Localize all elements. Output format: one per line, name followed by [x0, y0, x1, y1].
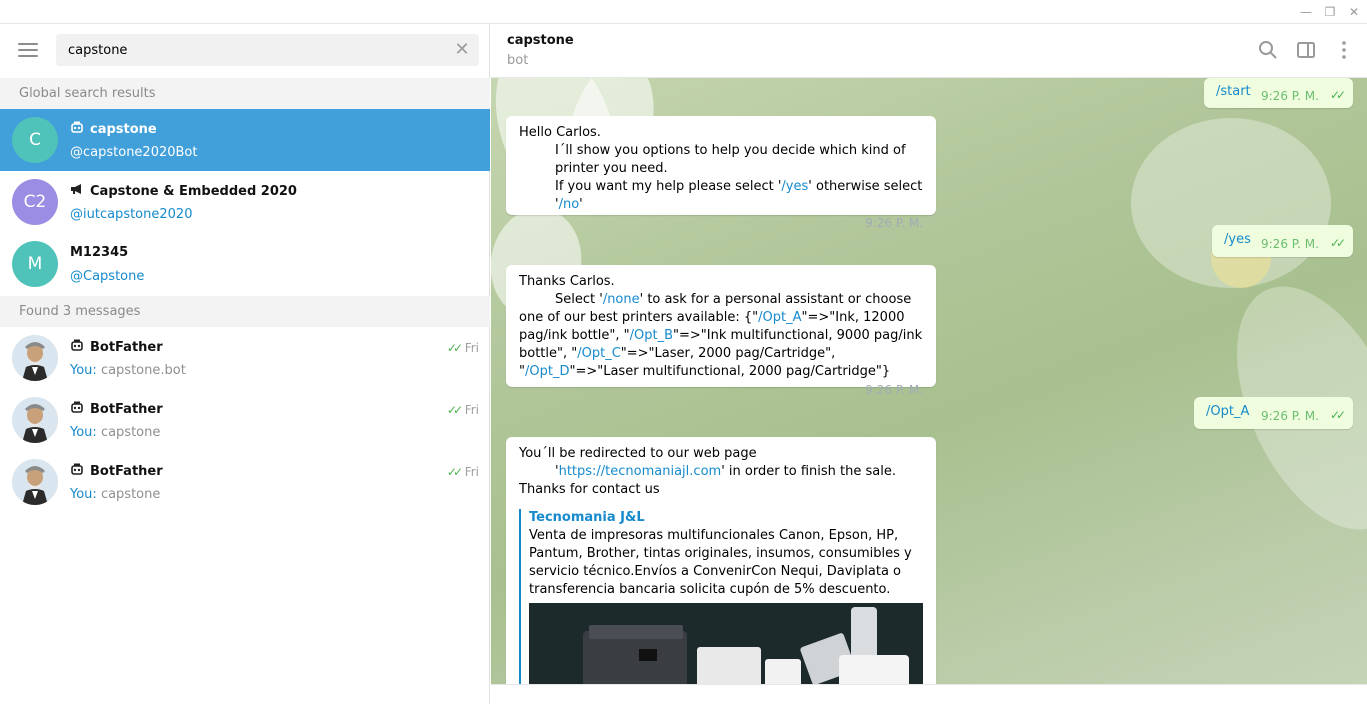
command-link[interactable]: /none	[603, 292, 640, 307]
avatar: C	[12, 117, 58, 163]
double-check-icon: ✓✓	[1330, 408, 1346, 422]
sidebar-toggle-icon[interactable]	[1295, 39, 1317, 61]
result-date: Fri	[464, 341, 479, 355]
hamburger-icon[interactable]	[18, 43, 38, 59]
command-link[interactable]: /Opt_D	[525, 364, 569, 379]
botfather-avatar	[12, 397, 58, 443]
result-username: @Capstone	[70, 269, 145, 284]
you-label: You:	[70, 363, 97, 378]
botfather-avatar	[12, 459, 58, 505]
chat-status: bot	[507, 53, 529, 68]
outgoing-message[interactable]: /Opt_A 9:26 P. M. ✓✓	[1194, 397, 1353, 429]
search-result-capstone-channel[interactable]: C2 Capstone & Embedded 2020 @iutcapstone…	[0, 171, 490, 233]
message-time: 9:26 P. M.	[1261, 237, 1319, 251]
result-name: capstone	[90, 122, 157, 137]
command-link[interactable]: /yes	[781, 179, 808, 194]
command-link[interactable]: /Opt_A	[758, 310, 801, 325]
link-preview-image[interactable]	[529, 603, 923, 684]
chat-header: capstone bot	[491, 24, 1367, 78]
message-composer[interactable]	[491, 684, 1367, 704]
incoming-message[interactable]: You´ll be redirected to our web page 'ht…	[506, 437, 936, 684]
result-name: BotFather	[90, 464, 163, 479]
left-panel: ✕ Global search results C capstone @caps…	[0, 24, 490, 704]
link-preview-site: Tecnomania J&L	[529, 510, 645, 525]
section-found-messages: Found 3 messages	[0, 296, 490, 327]
message-time: 9:26 P. M.	[1261, 409, 1319, 423]
you-label: You:	[70, 487, 97, 502]
avatar: C2	[12, 179, 58, 225]
message-line: 'https://tecnomaniajl.com' in order to f…	[519, 464, 896, 497]
command-link[interactable]: /Opt_C	[577, 346, 621, 361]
chat-title[interactable]: capstone	[507, 33, 574, 48]
message-line: You´ll be redirected to our web page	[519, 446, 757, 461]
double-check-icon: ✓✓	[446, 403, 463, 417]
bot-icon	[70, 463, 84, 479]
message-line: If you want my help please select '/yes'…	[555, 179, 923, 212]
result-name: BotFather	[90, 402, 163, 417]
result-name: Capstone & Embedded 2020	[90, 184, 297, 199]
minimize-button[interactable]: —	[1298, 4, 1314, 20]
bot-icon	[70, 401, 84, 417]
double-check-icon: ✓✓	[446, 465, 463, 479]
window-titlebar: — ❐ ✕	[0, 0, 1367, 24]
more-vertical-icon[interactable]	[1333, 39, 1355, 61]
search-result-capstone-bot[interactable]: C capstone @capstone2020Bot	[0, 109, 490, 171]
link-preview-description: Venta de impresoras multifuncionales Can…	[529, 528, 912, 597]
result-username: @capstone2020Bot	[70, 145, 198, 160]
message-line: Thanks Carlos.	[519, 274, 615, 289]
you-label: You:	[70, 425, 97, 440]
link-preview[interactable]: Tecnomania J&L Venta de impresoras multi…	[519, 509, 923, 684]
command-link[interactable]: /start	[1216, 83, 1251, 101]
avatar: M	[12, 241, 58, 287]
outgoing-message[interactable]: /yes 9:26 P. M. ✓✓	[1212, 225, 1353, 257]
bot-icon	[70, 121, 84, 137]
megaphone-icon	[70, 183, 84, 199]
section-global-results: Global search results	[0, 78, 490, 109]
double-check-icon: ✓✓	[1330, 236, 1346, 250]
incoming-message[interactable]: Hello Carlos. I´ll show you options to h…	[506, 116, 936, 230]
telegram-window: — ❐ ✕ ✕ Global search results C capstone…	[0, 0, 1367, 704]
search-result-m12345[interactable]: M M12345 @Capstone	[0, 233, 490, 295]
message-preview: capstone	[100, 487, 161, 502]
result-name: BotFather	[90, 340, 163, 355]
message-preview: capstone.bot	[100, 363, 186, 378]
outgoing-message[interactable]: /start 9:26 P. M. ✓✓	[1204, 78, 1353, 108]
bot-icon	[70, 339, 84, 355]
command-link[interactable]: /no	[559, 197, 580, 212]
botfather-avatar	[12, 335, 58, 381]
result-username: @iutcapstone2020	[70, 207, 193, 222]
command-link[interactable]: /yes	[1224, 231, 1251, 249]
message-result[interactable]: BotFather ✓✓ Fri You: capstone	[0, 451, 490, 513]
clear-search-icon[interactable]: ✕	[453, 41, 471, 59]
search-icon[interactable]	[1257, 39, 1279, 61]
message-result[interactable]: BotFather ✓✓ Fri You: capstone.bot	[0, 327, 490, 389]
chat-history[interactable]: /start 9:26 P. M. ✓✓ Hello Carlos. I´ll …	[491, 78, 1367, 684]
double-check-icon: ✓✓	[1330, 88, 1346, 102]
result-date: Fri	[464, 403, 479, 417]
command-link[interactable]: /Opt_A	[1206, 403, 1249, 421]
command-link[interactable]: /Opt_B	[630, 328, 673, 343]
message-preview: capstone	[100, 425, 161, 440]
search-box: ✕	[56, 34, 479, 66]
result-date: Fri	[464, 465, 479, 479]
restore-button[interactable]: ❐	[1322, 4, 1338, 20]
result-name: M12345	[70, 245, 129, 260]
message-result[interactable]: BotFather ✓✓ Fri You: capstone	[0, 389, 490, 451]
search-input[interactable]	[68, 40, 438, 60]
message-time: 9:26 P. M.	[865, 216, 923, 230]
url-link[interactable]: https://tecnomaniajl.com	[559, 464, 722, 479]
message-line: Hello Carlos.	[519, 125, 601, 140]
close-button[interactable]: ✕	[1346, 4, 1362, 20]
message-time: 9:26 P. M.	[865, 383, 923, 397]
message-line: Select '/none' to ask for a personal ass…	[519, 292, 923, 379]
message-time: 9:26 P. M.	[1261, 89, 1319, 103]
incoming-message[interactable]: Thanks Carlos. Select '/none' to ask for…	[506, 265, 936, 397]
double-check-icon: ✓✓	[446, 341, 463, 355]
message-line: I´ll show you options to help you decide…	[555, 143, 906, 176]
